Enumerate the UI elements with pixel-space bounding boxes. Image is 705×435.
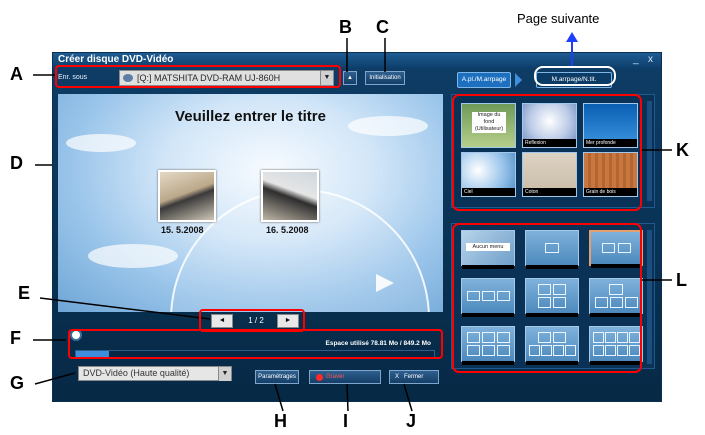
label-g: G bbox=[10, 373, 25, 393]
label-b: B bbox=[339, 17, 352, 37]
leader-line-e bbox=[39, 297, 211, 320]
leader-line-g bbox=[34, 372, 76, 385]
highlight-e bbox=[199, 309, 305, 332]
label-c: C bbox=[376, 17, 389, 37]
highlight-boxes bbox=[55, 65, 642, 373]
label-a: A bbox=[10, 64, 23, 84]
label-e: E bbox=[18, 283, 31, 303]
label-i: I bbox=[343, 411, 349, 431]
highlight-k bbox=[452, 94, 642, 211]
label-k: K bbox=[676, 140, 689, 160]
highlight-a bbox=[55, 65, 341, 88]
label-l: L bbox=[676, 270, 687, 290]
label-d: D bbox=[10, 153, 23, 173]
label-j: J bbox=[406, 411, 417, 431]
leader-line-h bbox=[274, 383, 284, 412]
leader-line-j bbox=[403, 383, 413, 412]
next-page-callout: Page suivante bbox=[517, 11, 600, 26]
highlight-next-page bbox=[534, 66, 616, 86]
leader-line-i bbox=[346, 383, 349, 412]
highlight-f bbox=[68, 329, 443, 359]
label-f: F bbox=[10, 328, 21, 348]
next-page-arrowhead bbox=[566, 32, 578, 42]
label-h: H bbox=[274, 411, 287, 431]
annotation-overlay bbox=[33, 32, 672, 412]
highlight-l bbox=[452, 223, 642, 373]
